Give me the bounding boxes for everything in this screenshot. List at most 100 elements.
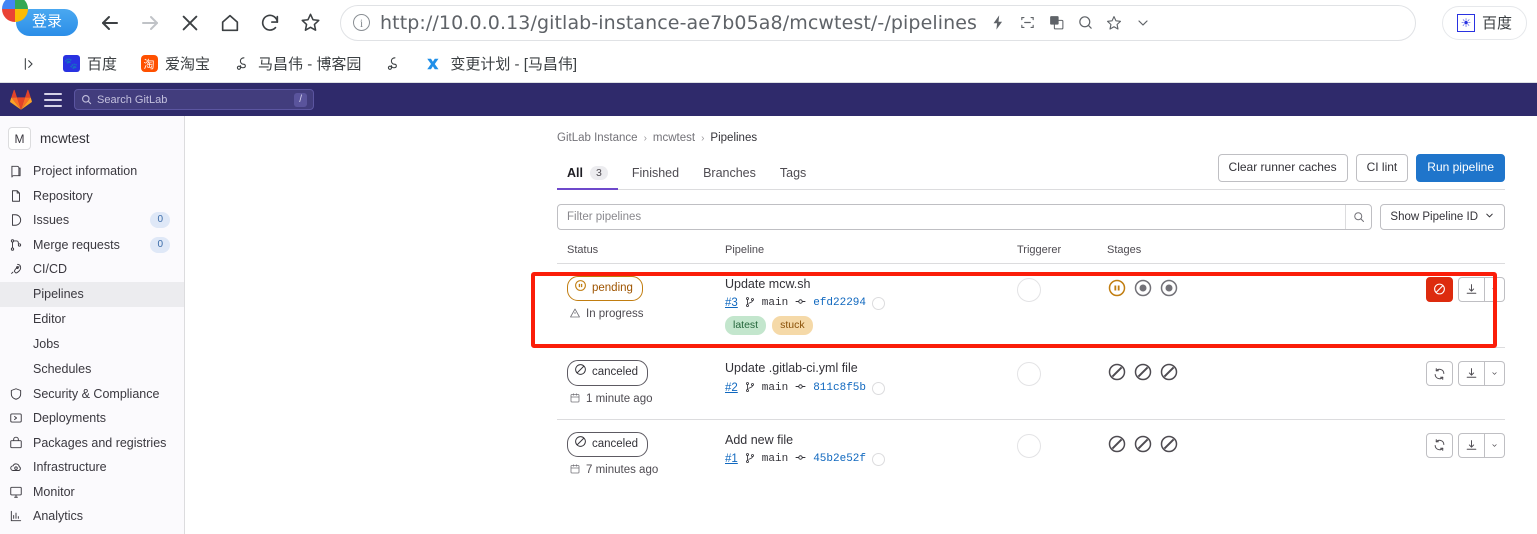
sidebar-item-label: Issues (33, 213, 70, 228)
branch-name[interactable]: main (762, 297, 788, 309)
stop-icon[interactable] (172, 5, 208, 41)
sidebar-item-repository[interactable]: Repository (0, 184, 184, 209)
sidebar-item-jobs[interactable]: Jobs (0, 332, 184, 357)
status-badge[interactable]: canceled (567, 431, 649, 457)
back-icon[interactable] (92, 5, 128, 41)
chevron-down-icon[interactable] (1485, 432, 1505, 458)
chevron-down-icon[interactable] (1130, 10, 1156, 36)
sidebar-item-analytics[interactable]: Analytics (0, 504, 184, 529)
stage-canceled-icon[interactable] (1159, 434, 1181, 456)
bookmark-baidu-button[interactable]: ☀ 百度 (1441, 5, 1527, 40)
stage-canceled-icon[interactable] (1107, 434, 1129, 456)
sidebar-item-packages-and-registries[interactable]: Packages and registries (0, 431, 184, 456)
filter-pipelines-input[interactable]: Filter pipelines (557, 203, 1373, 230)
retry-pipeline-button[interactable] (1426, 361, 1453, 387)
pipeline-id-link[interactable]: #3 (725, 297, 738, 309)
commit-sha-link[interactable]: 45b2e52f (813, 453, 866, 465)
filter-placeholder: Filter pipelines (567, 210, 642, 223)
commit-sha-link[interactable]: efd22294 (813, 297, 866, 309)
run-pipeline-button[interactable]: Run pipeline (1416, 154, 1505, 182)
search-input[interactable]: Search GitLab / (74, 89, 314, 110)
screenshot-icon[interactable] (1014, 10, 1040, 36)
status-badge[interactable]: canceled (567, 360, 649, 386)
avatar[interactable] (1017, 433, 1041, 458)
pipeline-title[interactable]: Add new file (725, 432, 1017, 449)
table-row[interactable]: canceled 7 minutes ago Add new file #1 m… (557, 418, 1505, 490)
sidebar-item-monitor[interactable]: Monitor (0, 480, 184, 505)
bookmark-star-icon[interactable] (292, 5, 328, 41)
pipeline-id-link[interactable]: #1 (725, 453, 738, 465)
sidebar-item-infrastructure[interactable]: Infrastructure (0, 455, 184, 480)
home-icon[interactable] (212, 5, 248, 41)
reload-icon[interactable] (252, 5, 288, 41)
breadcrumb-item-project[interactable]: mcwtest (653, 132, 695, 144)
column-header-triggerer: Triggerer (1017, 243, 1062, 256)
sidebar-item-issues[interactable]: Issues 0 (0, 208, 184, 233)
sidebar-item-merge-requests[interactable]: Merge requests 0 (0, 233, 184, 258)
chevron-down-icon[interactable] (1485, 276, 1505, 302)
retry-pipeline-button[interactable] (1426, 432, 1453, 458)
sidebar-project-header[interactable]: M mcwtest (0, 122, 184, 159)
sidebar-item-schedules[interactable]: Schedules (0, 357, 184, 382)
address-bar[interactable]: i http://10.0.0.13/gitlab-instance-ae7b0… (340, 4, 1416, 41)
sidebar-item-security-compliance[interactable]: Security & Compliance (0, 382, 184, 407)
gitlab-logo[interactable] (10, 89, 32, 111)
branch-name[interactable]: main (762, 453, 788, 465)
branch-name[interactable]: main (762, 382, 788, 394)
download-artifacts-button[interactable] (1458, 432, 1485, 458)
bookmark-item-cnblogs[interactable]: 马昌伟 - 博客园 (224, 49, 370, 78)
tab-all[interactable]: All 3 (557, 157, 618, 190)
clear-runner-caches-button[interactable]: Clear runner caches (1217, 154, 1348, 182)
tab-count-badge: 3 (589, 165, 608, 180)
canceled-icon (574, 363, 587, 382)
stage-canceled-icon[interactable] (1159, 362, 1181, 384)
bookmark-item-blog2[interactable] (375, 51, 411, 77)
chevron-down-icon[interactable] (1485, 361, 1505, 387)
table-row[interactable]: canceled 1 minute ago Update .gitlab-ci.… (557, 347, 1505, 418)
stage-canceled-icon[interactable] (1133, 362, 1155, 384)
login-pill-button[interactable]: 登录 (1, 0, 79, 36)
status-badge[interactable]: pending (567, 275, 643, 301)
commit-sha-link[interactable]: 811c8f5b (813, 382, 866, 394)
pipeline-id-link[interactable]: #2 (725, 382, 738, 394)
show-pipeline-id-dropdown[interactable]: Show Pipeline ID (1380, 203, 1505, 230)
pipeline-title[interactable]: Update mcw.sh (725, 276, 1017, 293)
tab-tags[interactable]: Tags (770, 157, 816, 190)
translate-icon[interactable] (1043, 10, 1069, 36)
sidebar-item-editor[interactable]: Editor (0, 307, 184, 332)
avatar[interactable] (1017, 277, 1041, 302)
lightning-icon[interactable] (985, 10, 1011, 36)
bookmark-item-baidu[interactable]: 🐾 百度 (53, 49, 126, 78)
stage-created-icon[interactable] (1159, 278, 1181, 300)
hamburger-icon[interactable] (44, 92, 62, 107)
breadcrumb-item-instance[interactable]: GitLab Instance (557, 132, 638, 144)
sidebar-item-cicd[interactable]: CI/CD (0, 257, 184, 282)
search-icon[interactable] (1345, 204, 1371, 229)
bookmark-item-plan[interactable]: 变更计划 - [马昌伟] (416, 49, 586, 78)
stage-created-icon[interactable] (1133, 278, 1155, 300)
stage-canceled-icon[interactable] (1107, 362, 1129, 384)
download-artifacts-button[interactable] (1458, 276, 1485, 302)
bookmark-item-taobao[interactable]: 淘 爱淘宝 (131, 49, 219, 78)
sidebar-item-deployments[interactable]: Deployments (0, 406, 184, 431)
cancel-pipeline-button[interactable] (1426, 276, 1453, 302)
sidebar-item-project-information[interactable]: Project information (0, 159, 184, 184)
breadcrumb-item-current: Pipelines (710, 132, 758, 144)
row-status-cell: canceled 7 minutes ago (567, 431, 725, 478)
stage-canceled-icon[interactable] (1133, 434, 1155, 456)
sidebar-item-partial[interactable] (0, 529, 184, 534)
bookmarks-overflow-button[interactable] (12, 51, 48, 77)
zoom-out-icon[interactable] (1072, 10, 1098, 36)
star-icon[interactable] (1101, 10, 1127, 36)
stages-list (1107, 360, 1385, 384)
tab-finished[interactable]: Finished (622, 157, 689, 190)
download-artifacts-button[interactable] (1458, 361, 1485, 387)
stage-pending-icon[interactable] (1107, 278, 1129, 300)
avatar[interactable] (1017, 362, 1041, 387)
tab-branches[interactable]: Branches (693, 157, 766, 190)
ci-lint-button[interactable]: CI lint (1355, 154, 1409, 182)
pipeline-title[interactable]: Update .gitlab-ci.yml file (725, 360, 1017, 377)
table-row[interactable]: pending In progress Update mcw.sh #3 mai… (557, 262, 1505, 348)
sidebar-item-pipelines[interactable]: Pipelines (0, 281, 184, 307)
row-actions-cell (1385, 276, 1505, 302)
